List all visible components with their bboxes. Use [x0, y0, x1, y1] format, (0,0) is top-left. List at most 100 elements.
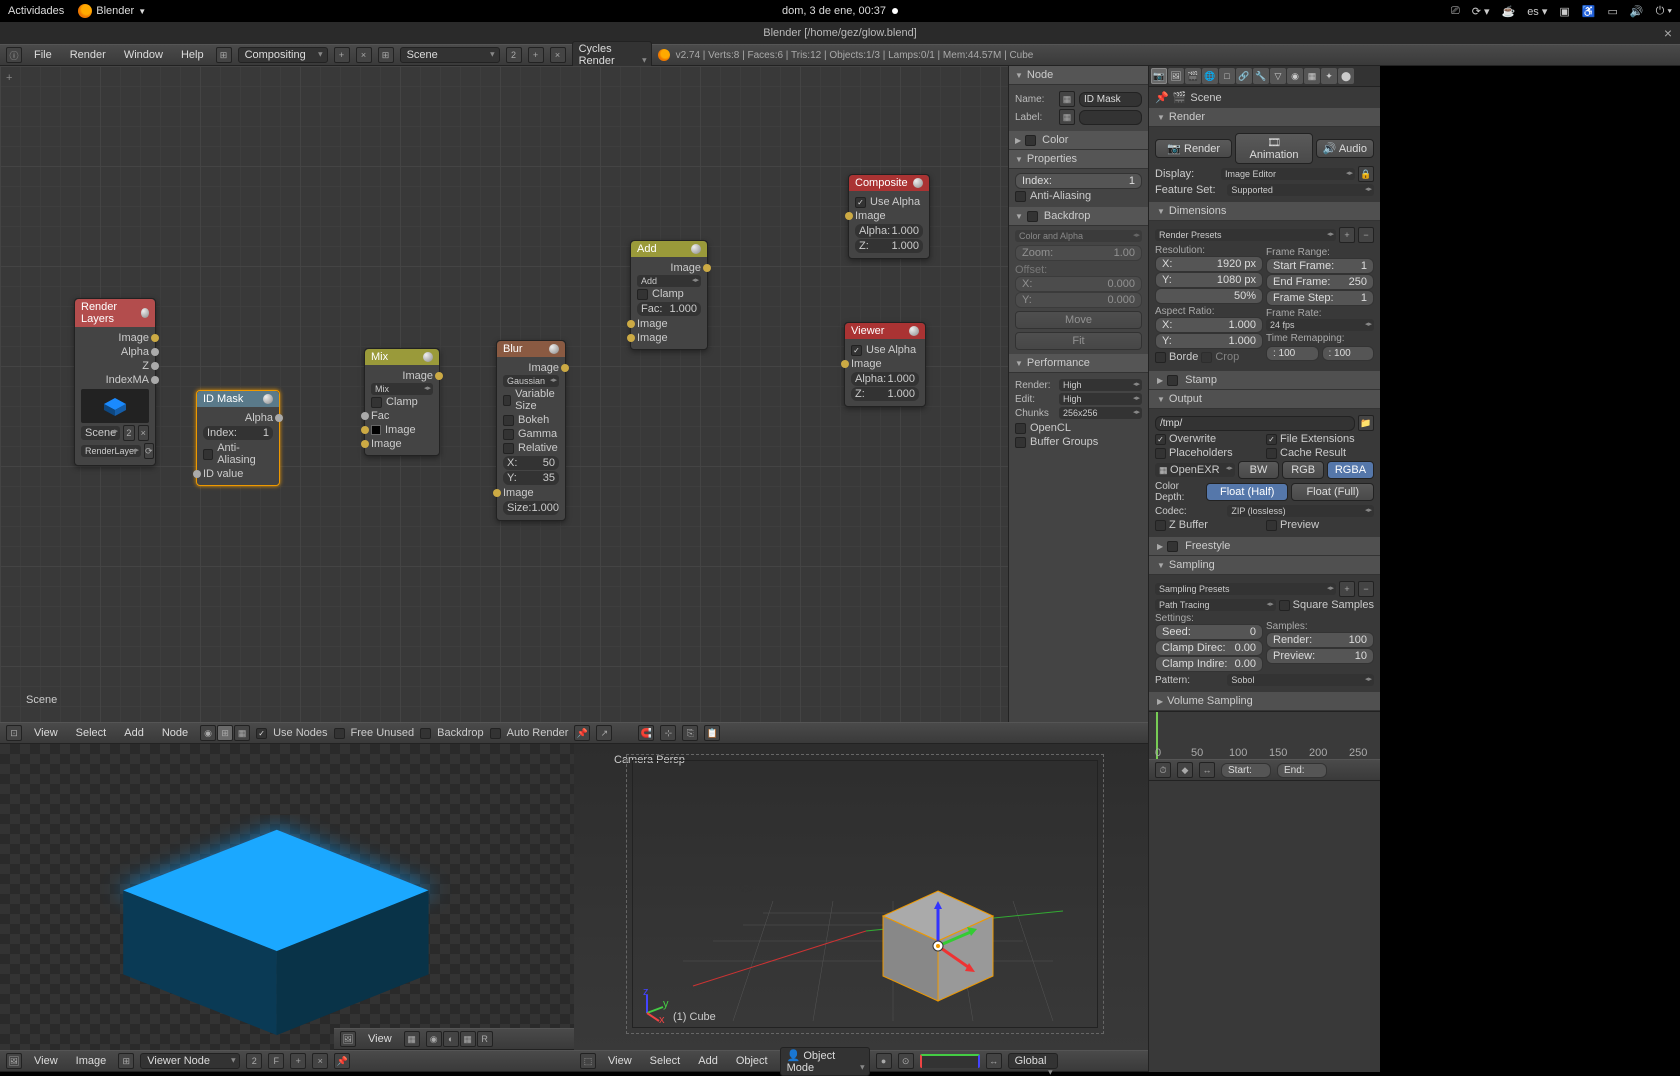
node-add[interactable]: Add Image Add Clamp Fac:1.000 Image Imag…	[630, 240, 708, 350]
y-field[interactable]: Y:35	[503, 471, 559, 485]
socket-image-out[interactable]: Image	[371, 369, 433, 383]
menu-view[interactable]: View	[28, 725, 64, 741]
scene-add-icon[interactable]: +	[528, 47, 544, 63]
layers-widget[interactable]	[920, 1054, 980, 1068]
aspect-x-field[interactable]: X:1.000	[1155, 317, 1263, 333]
render-presets[interactable]: Render Presets	[1155, 229, 1336, 241]
node-header[interactable]: Blur	[497, 341, 565, 357]
clock[interactable]: dom, 3 de ene, 00:37	[782, 5, 886, 17]
menu-node[interactable]: Node	[156, 725, 194, 741]
image-browse-icon[interactable]: ⊞	[118, 1053, 134, 1069]
gamma-checkbox[interactable]: Gamma	[503, 427, 559, 441]
panel-node[interactable]: Node	[1009, 66, 1148, 85]
collapse-icon[interactable]	[909, 326, 919, 336]
section-stamp[interactable]: Stamp	[1149, 371, 1380, 390]
socket-z[interactable]: Z	[81, 359, 149, 373]
frame-step-field[interactable]: Frame Step:1	[1266, 290, 1374, 306]
node-header[interactable]: Composite	[849, 175, 929, 191]
tab-world-icon[interactable]: 🌐	[1202, 68, 1218, 84]
node-composite[interactable]: Composite Use Alpha Image Alpha:1.000 Z:…	[848, 174, 930, 259]
alpha-field[interactable]: Alpha:1.000	[855, 224, 923, 238]
mode-icon[interactable]: ▦	[404, 1031, 420, 1047]
size-field[interactable]: Size:1.000	[503, 501, 559, 515]
socket-image1[interactable]: Image	[371, 423, 433, 437]
section-volume-sampling[interactable]: Volume Sampling	[1149, 692, 1380, 711]
socket-alpha[interactable]: Alpha	[81, 345, 149, 359]
remap-old-field[interactable]: : 100	[1266, 346, 1319, 361]
clamp-direct-field[interactable]: Clamp Direc:0.00	[1155, 640, 1263, 656]
square-samples-checkbox[interactable]	[1279, 600, 1290, 611]
display-icon[interactable]: ⎚	[1451, 5, 1460, 18]
datablock-icon[interactable]: ▦	[1059, 109, 1075, 125]
res-y-field[interactable]: Y:1080 px	[1155, 272, 1263, 288]
range-icon[interactable]: ↔	[1199, 762, 1215, 778]
panel-properties[interactable]: Properties	[1009, 150, 1148, 169]
channel-alpha-icon[interactable]: ◐	[443, 1031, 459, 1047]
network-icon[interactable]: ▭	[1608, 5, 1618, 18]
transform-icon[interactable]: ↔	[986, 1053, 1002, 1069]
shading-solid-icon[interactable]: ●	[876, 1053, 892, 1069]
panel-performance[interactable]: Performance	[1009, 354, 1148, 373]
fac-field[interactable]: Fac:1.000	[637, 302, 701, 316]
clamp-checkbox[interactable]: Clamp	[637, 287, 701, 301]
blend-mode[interactable]: Add	[637, 275, 701, 287]
channel-r-icon[interactable]: R	[477, 1031, 493, 1047]
tab-data-icon[interactable]: ▽	[1270, 68, 1286, 84]
section-freestyle[interactable]: Freestyle	[1149, 537, 1380, 556]
output-path-field[interactable]: /tmp/	[1155, 416, 1355, 431]
codec-dropdown[interactable]: ZIP (lossless)	[1227, 505, 1374, 517]
tab-physics-icon[interactable]: ⬤	[1338, 68, 1354, 84]
unlink-icon[interactable]: ×	[138, 425, 149, 441]
auto-render-checkbox[interactable]	[490, 728, 501, 739]
expand-icon[interactable]: +	[6, 72, 12, 84]
socket-image[interactable]: Image	[855, 209, 923, 223]
language-indicator[interactable]: es ▾	[1527, 5, 1547, 18]
node-mix[interactable]: Mix Image Mix Clamp Fac Image Image	[364, 348, 440, 456]
z-field[interactable]: Z:1.000	[855, 239, 923, 253]
name-field[interactable]: ID Mask	[1079, 92, 1142, 107]
tab-object-icon[interactable]: □	[1219, 68, 1235, 84]
alpha-field[interactable]: Alpha:1.000	[851, 372, 919, 386]
pin-icon[interactable]: 📌	[1155, 91, 1169, 104]
edit-quality[interactable]: High	[1059, 393, 1142, 405]
node-header[interactable]: ID Mask	[197, 391, 279, 407]
engine-dropdown[interactable]: Cycles Render	[572, 41, 652, 69]
snap-icon[interactable]: 🧲	[638, 725, 654, 741]
filter-type[interactable]: Gaussian	[503, 375, 559, 387]
overwrite-checkbox[interactable]	[1155, 434, 1166, 445]
node-header[interactable]: Add	[631, 241, 707, 257]
scene-browse-icon[interactable]: ⊞	[378, 47, 394, 63]
orientation-select[interactable]: Global	[1008, 1053, 1058, 1069]
menu-render[interactable]: Render	[64, 47, 112, 63]
opencl-checkbox[interactable]: OpenCL	[1015, 421, 1142, 435]
tab-constraints-icon[interactable]: 🔗	[1236, 68, 1252, 84]
tab-modifiers-icon[interactable]: 🔧	[1253, 68, 1269, 84]
datablock-icon[interactable]: ▦	[1059, 91, 1075, 107]
remap-new-field[interactable]: : 100	[1322, 346, 1375, 361]
rgba-button[interactable]: RGBA	[1327, 461, 1374, 479]
menu-help[interactable]: Help	[175, 47, 210, 63]
clamp-checkbox[interactable]: Clamp	[371, 395, 433, 409]
blend-mode[interactable]: Mix	[371, 383, 433, 395]
accessibility-icon[interactable]: ♿	[1582, 5, 1596, 18]
placeholders-checkbox[interactable]	[1155, 448, 1166, 459]
menu-view[interactable]: View	[602, 1053, 638, 1069]
end-frame-field[interactable]: End Frame:250	[1266, 274, 1374, 290]
preview-samples-field[interactable]: Preview:10	[1266, 648, 1374, 664]
tab-render-layers-icon[interactable]: 🖼	[1168, 68, 1184, 84]
node-editor[interactable]: + Render Layers Image Alpha Z IndexMA Sc…	[0, 66, 1148, 722]
relative-checkbox[interactable]: Relative	[503, 441, 559, 455]
chunks-select[interactable]: 256x256	[1059, 407, 1142, 419]
pattern-dropdown[interactable]: Sobol	[1227, 674, 1374, 686]
feature-dropdown[interactable]: Supported	[1227, 184, 1374, 196]
menu-object[interactable]: Object	[730, 1053, 774, 1069]
anti-aliasing-checkbox[interactable]: Anti-Aliasing	[1015, 189, 1142, 203]
socket-image-out[interactable]: Image	[637, 261, 701, 275]
index-field[interactable]: Index:1	[1015, 173, 1142, 189]
remove-preset-icon[interactable]: −	[1358, 227, 1374, 243]
lock-icon[interactable]: 🔒	[1358, 166, 1374, 182]
panel-backdrop[interactable]: Backdrop	[1009, 207, 1148, 226]
go-parent-icon[interactable]: ↗	[596, 725, 612, 741]
tab-particles-icon[interactable]: ✦	[1321, 68, 1337, 84]
render-samples-field[interactable]: Render:100	[1266, 632, 1374, 648]
